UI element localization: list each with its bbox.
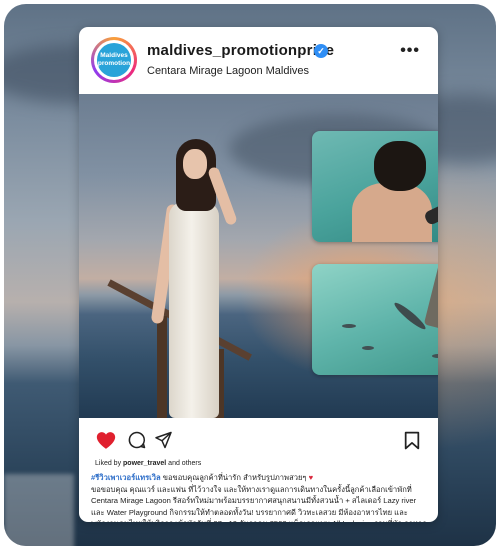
caption-heart-icon: ♥ (308, 473, 314, 482)
background-deck (4, 474, 74, 546)
likes-text[interactable]: Liked by power_travel and others (95, 460, 201, 467)
bookmark-icon[interactable] (404, 431, 420, 455)
likes-prefix: Liked by (95, 460, 122, 467)
likes-suffix: and others (168, 460, 202, 467)
likes-user[interactable]: power_travel (123, 460, 166, 467)
inset-shark (392, 300, 428, 332)
inset-pole (423, 264, 438, 330)
caption-first-line: ขอขอบคุณลูกค้าที่น่ารัก สำหรับรูปภาพสวยๆ (160, 473, 309, 482)
post-actions-bar (79, 420, 438, 460)
inset-fish (362, 346, 374, 350)
instagram-post-card: Maldives promotion maldives_promotionpri… (79, 27, 438, 522)
image-railing-post (157, 316, 167, 418)
like-heart-icon[interactable] (96, 431, 116, 455)
inset-photo-snorkel[interactable] (312, 131, 438, 242)
image-person-face (183, 149, 207, 179)
share-icon[interactable] (154, 431, 173, 454)
caption-hashtag[interactable]: #รีวิวเพาเวอร์แทรเวิล (91, 473, 161, 482)
inset-photo-shark[interactable] (312, 264, 438, 375)
post-username[interactable]: maldives_promotionprice (147, 42, 334, 59)
verified-badge-icon: ✓ (314, 44, 328, 58)
comment-icon[interactable] (128, 431, 146, 454)
post-location[interactable]: Centara Mirage Lagoon Maldives (147, 65, 309, 77)
inset-fish (432, 354, 438, 358)
inset-person-head (374, 141, 426, 191)
caption-body: ขอขอบคุณ คุณแวร์ และแฟน ที่ไว้วางใจ และใ… (91, 484, 426, 523)
avatar-logo: Maldives promotion (97, 43, 131, 77)
inset-person-body (352, 183, 432, 242)
more-options-icon[interactable]: ••• (400, 42, 420, 60)
image-person-dress (169, 202, 219, 418)
inset-fish (342, 324, 356, 328)
avatar-border: Maldives promotion (94, 40, 134, 80)
post-header: Maldives promotion maldives_promotionpri… (79, 27, 438, 93)
avatar[interactable]: Maldives promotion (91, 37, 137, 83)
post-caption: #รีวิวเพาเวอร์แทรเวิล ขอขอบคุณลูกค้าที่น… (91, 472, 431, 522)
avatar-logo-line1: Maldives (100, 52, 128, 59)
avatar-logo-line2: promotion (97, 60, 131, 67)
